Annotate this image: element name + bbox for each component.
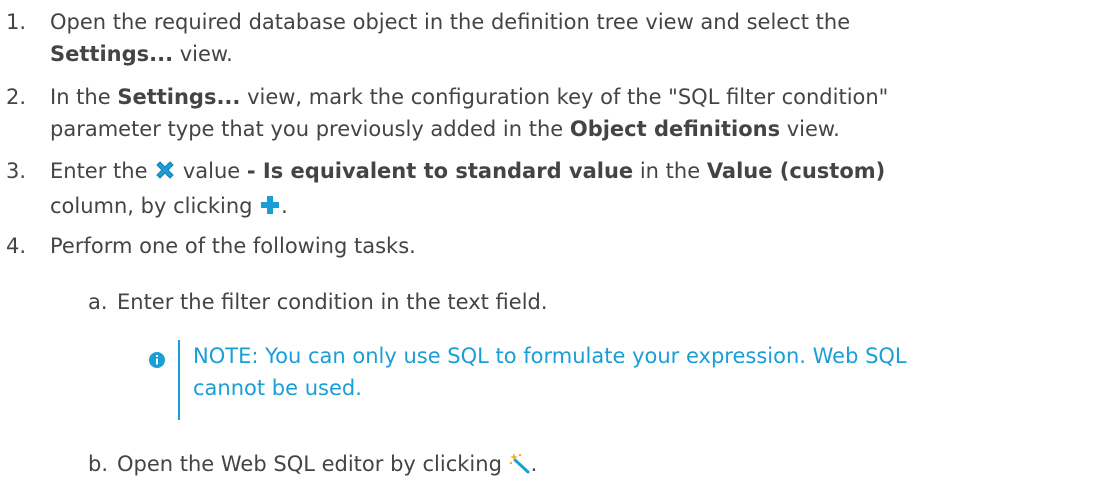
- step-text-fragment: view.: [780, 117, 840, 141]
- info-icon: [148, 346, 166, 378]
- document: 1. Open the required database object in …: [0, 0, 1116, 483]
- substep-text: Enter the filter condition in the text f…: [117, 290, 548, 314]
- step-line: Settings... view.: [50, 38, 1110, 70]
- settings-view-name: Settings...: [117, 85, 241, 109]
- step-line: In the Settings... view, mark the config…: [50, 81, 1110, 113]
- step-text-fragment: column, by clicking: [50, 194, 260, 218]
- step-line: Enter the value - Is equivalent to stand…: [50, 155, 1110, 190]
- step-text-fragment: Enter the: [50, 159, 155, 183]
- substep-letter: a.: [88, 290, 108, 314]
- step-text: Enter the value - Is equivalent to stand…: [50, 155, 1110, 225]
- step-text: Open the required database object in the…: [50, 6, 1110, 70]
- plus-icon: [259, 193, 281, 225]
- step-text-fragment: in the: [633, 159, 707, 183]
- step-text: Perform one of the following tasks.: [50, 234, 416, 258]
- step-line: Open the required database object in the…: [50, 10, 851, 34]
- note-text: NOTE: You can only use SQL to formulate …: [193, 340, 1093, 404]
- step-text: In the Settings... view, mark the config…: [50, 81, 1110, 145]
- substep-letter: b.: [88, 452, 109, 476]
- standard-value-label: - Is equivalent to standard value: [246, 159, 634, 183]
- step-line: parameter type that you previously added…: [50, 113, 1110, 145]
- value-custom-column-name: Value (custom): [706, 159, 886, 183]
- step-number: 4.: [6, 234, 27, 258]
- step-text-fragment: .: [281, 194, 288, 218]
- step-text-fragment: view, mark the configuration key of the …: [240, 85, 889, 109]
- step-text-fragment: view.: [173, 42, 233, 66]
- step-number: 1.: [6, 10, 27, 34]
- note-line: cannot be used.: [193, 376, 362, 400]
- step-text-fragment: value: [176, 159, 247, 183]
- x-cross-icon: [154, 158, 176, 190]
- step-number: 2.: [6, 85, 27, 109]
- step-text-fragment: In the: [50, 85, 118, 109]
- substep-text-fragment: .: [530, 452, 538, 476]
- step-number: 3.: [6, 159, 27, 183]
- object-definitions-view-name: Object definitions: [569, 117, 781, 141]
- substep-text: Open the Web SQL editor by clicking .: [117, 448, 1107, 483]
- step-text-fragment: parameter type that you previously added…: [50, 117, 570, 141]
- settings-view-name: Settings...: [50, 42, 174, 66]
- magic-wand-icon: [509, 451, 531, 483]
- step-line: column, by clicking .: [50, 190, 1110, 225]
- note-line: NOTE: You can only use SQL to formulate …: [193, 344, 907, 368]
- note-divider: [178, 340, 180, 420]
- substep-text-fragment: Open the Web SQL editor by clicking: [117, 452, 509, 476]
